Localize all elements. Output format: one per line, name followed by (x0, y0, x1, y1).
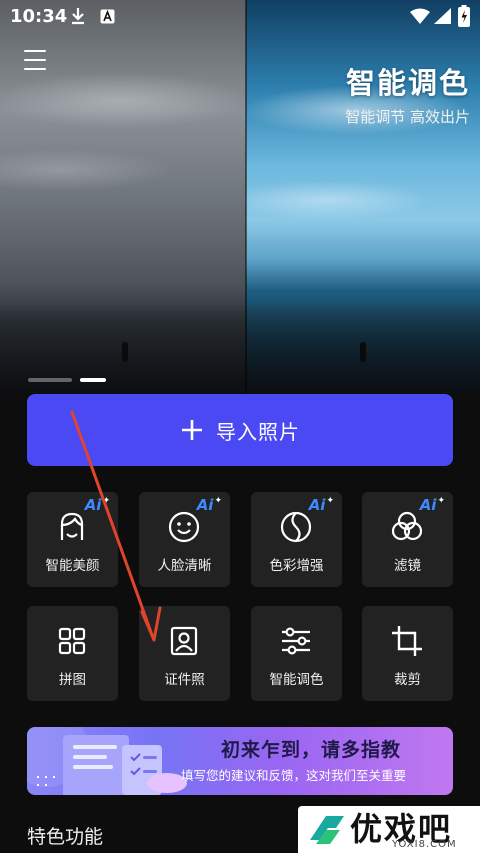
banner-title: 初来乍到，请多指教 (221, 739, 402, 761)
banner-subtitle: 填写您的建议和反馈，这对我们至关重要 (181, 768, 407, 783)
tool-label: 证件照 (164, 672, 205, 688)
wifi-icon (410, 8, 430, 24)
yin-yang-icon (280, 511, 312, 543)
feedback-banner[interactable]: 初来乍到，请多指教 填写您的建议和反馈，这对我们至关重要 (27, 727, 453, 795)
annotation-arrow (70, 410, 162, 642)
status-time: 10:34 (10, 6, 68, 27)
section-title: 特色功能 (27, 826, 104, 848)
tool-label: 滤镜 (394, 558, 421, 574)
hero-sea (0, 305, 480, 393)
paddleboarder-left (122, 342, 128, 362)
document-illustration-icon (27, 727, 187, 795)
paddleboarder-right (360, 342, 366, 362)
tool-label: 色彩增强 (269, 558, 324, 574)
tool-smart-color[interactable]: 智能调色 (251, 606, 342, 701)
battery-charging-icon (458, 5, 470, 27)
tool-color-enhance[interactable]: Ai✦ 色彩增强 (251, 492, 342, 587)
menu-icon[interactable] (24, 50, 46, 72)
carousel-dot[interactable] (28, 378, 72, 382)
smiley-face-icon (168, 511, 200, 543)
tool-label: 智能调色 (269, 672, 324, 688)
watermark-url: YOXI8.COM (392, 839, 457, 850)
overlapping-circles-icon (391, 511, 423, 541)
download-icon (72, 8, 84, 25)
id-photo-icon (170, 626, 198, 656)
before-after-divider[interactable] (245, 0, 247, 393)
tool-crop[interactable]: 裁剪 (362, 606, 453, 701)
status-bar: 10:34 (0, 0, 480, 34)
carousel-dot-active[interactable] (80, 378, 106, 382)
watermark-logo-icon (310, 816, 344, 844)
watermark: 优戏吧 YOXI8.COM (298, 806, 480, 853)
tool-label: 拼图 (59, 672, 86, 688)
sliders-icon (282, 627, 310, 655)
tool-filter[interactable]: Ai✦ 滤镜 (362, 492, 453, 587)
tool-label: 裁剪 (394, 672, 421, 688)
crop-icon (392, 626, 422, 656)
hero-subtitle: 智能调节 高效出片 (345, 108, 470, 126)
import-photo-label: 导入照片 (216, 419, 300, 444)
signal-icon (434, 8, 451, 24)
hero-banner[interactable]: 智能调色 智能调节 高效出片 (0, 0, 480, 393)
a-icon (100, 9, 115, 24)
hero-title: 智能调色 (345, 66, 470, 100)
plus-icon (182, 420, 202, 440)
